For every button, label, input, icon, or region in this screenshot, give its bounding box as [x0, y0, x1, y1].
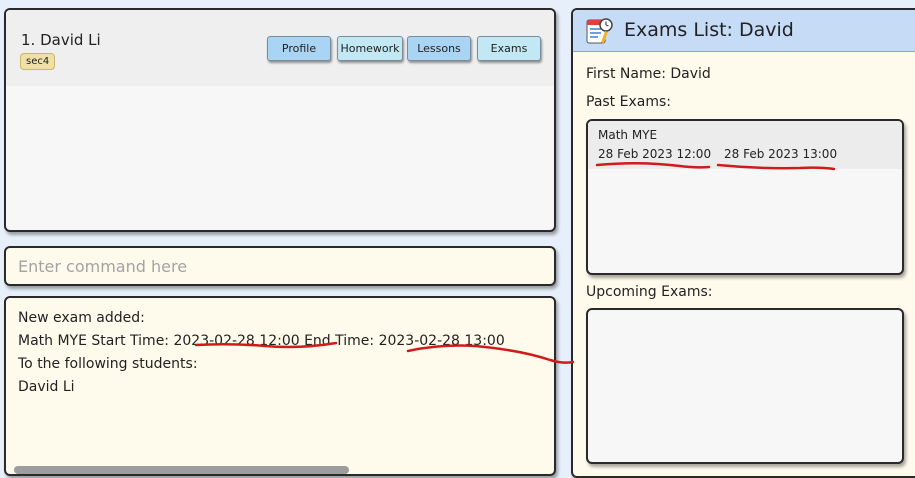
student-tag-badge: sec4: [20, 53, 56, 70]
first-name-label: First Name: David: [586, 66, 711, 82]
exam-list-icon: [586, 18, 613, 44]
exams-header: Exams List: David: [573, 10, 915, 52]
upcoming-exams-label: Upcoming Exams:: [586, 284, 713, 300]
student-card[interactable]: 1. David Li sec4 Profile Homework Lesson…: [6, 10, 554, 86]
homework-button[interactable]: Homework: [337, 36, 403, 61]
exams-list-panel: Exams List: David First Name: David Past…: [571, 8, 915, 478]
result-display: New exam added: Math MYE Start Time: 202…: [4, 296, 556, 476]
list-item[interactable]: Math MYE 28 Feb 2023 12:00 28 Feb 2023 1…: [588, 121, 902, 169]
lessons-button[interactable]: Lessons: [407, 36, 471, 61]
past-exams-label: Past Exams:: [586, 94, 671, 110]
exams-button[interactable]: Exams: [477, 36, 541, 61]
exams-panel-title: Exams List: David: [624, 19, 794, 41]
past-exams-list: Math MYE 28 Feb 2023 12:00 28 Feb 2023 1…: [586, 119, 904, 275]
student-list-panel: 1. David Li sec4 Profile Homework Lesson…: [4, 8, 556, 232]
upcoming-exams-list: [586, 308, 904, 464]
student-name: 1. David Li: [21, 31, 101, 49]
result-message: New exam added: Math MYE Start Time: 202…: [18, 310, 505, 395]
exam-name: Math MYE: [598, 128, 658, 142]
horizontal-scrollbar[interactable]: [14, 466, 349, 474]
command-input[interactable]: [6, 248, 554, 284]
exam-start-time: 28 Feb 2023 12:00: [598, 147, 712, 161]
exam-end-time: 28 Feb 2023 13:00: [724, 147, 838, 161]
command-box: [4, 246, 556, 286]
profile-button[interactable]: Profile: [267, 36, 331, 61]
